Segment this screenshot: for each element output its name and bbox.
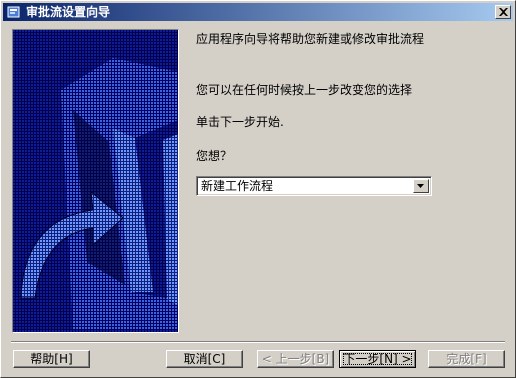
workflow-action-value: 新建工作流程 [201, 179, 274, 193]
next-button[interactable]: 下一步[N] > [339, 350, 416, 368]
wizard-window: 审批流设置向导 应用程序向导将帮助您新建或修改审批流程 您可以在任何时候按上一步… [0, 0, 516, 378]
help-button[interactable]: 帮助[H] [13, 350, 90, 368]
back-button[interactable]: < 上一步[B] [257, 350, 334, 368]
title-bar[interactable]: 审批流设置向导 [3, 3, 513, 21]
combo-dropdown-button[interactable] [413, 179, 429, 193]
workflow-action-select[interactable]: 新建工作流程 [196, 176, 432, 196]
question-label: 您想？ [196, 149, 233, 163]
next-hint-text: 单击下一步开始. [196, 115, 284, 129]
back-hint-text: 您可以在任何时候按上一步改变您的选择 [196, 83, 413, 97]
button-separator [11, 341, 505, 343]
cancel-button[interactable]: 取消[C] [166, 350, 243, 368]
app-icon [6, 4, 22, 20]
window-title: 审批流设置向导 [26, 5, 111, 19]
chevron-down-icon [417, 184, 424, 188]
intro-text: 应用程序向导将帮助您新建或修改审批流程 [196, 32, 425, 46]
close-icon [499, 8, 508, 16]
close-button[interactable] [495, 5, 511, 19]
wizard-side-image [12, 29, 179, 333]
finish-button[interactable]: 完成[F] [428, 350, 505, 368]
